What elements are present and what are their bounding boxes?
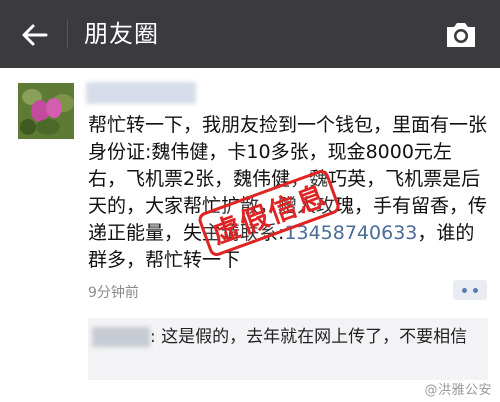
dot	[473, 288, 478, 293]
camera-icon[interactable]	[444, 20, 478, 50]
page-title: 朋友圈	[84, 20, 159, 48]
comment-separator: :	[150, 327, 162, 347]
watermark: @洪雅公安	[424, 383, 492, 398]
header-divider	[67, 20, 68, 48]
avatar-photo	[18, 83, 74, 139]
arrow-left-icon[interactable]	[18, 18, 52, 52]
dot	[462, 288, 467, 293]
comment: : 这是假的，去年就在网上传了，不要相信	[92, 324, 482, 350]
post-time: 9分钟前	[88, 285, 139, 301]
more-dots-icon[interactable]	[453, 280, 487, 300]
phone-link[interactable]: 13458740633	[284, 222, 417, 244]
comment-author-blurred[interactable]	[92, 327, 150, 347]
poster-name-blurred[interactable]	[86, 82, 196, 104]
top-bar: 朋友圈	[0, 0, 500, 68]
avatar[interactable]	[18, 83, 74, 139]
comment-text: 这是假的，去年就在网上传了，不要相信	[161, 327, 468, 347]
